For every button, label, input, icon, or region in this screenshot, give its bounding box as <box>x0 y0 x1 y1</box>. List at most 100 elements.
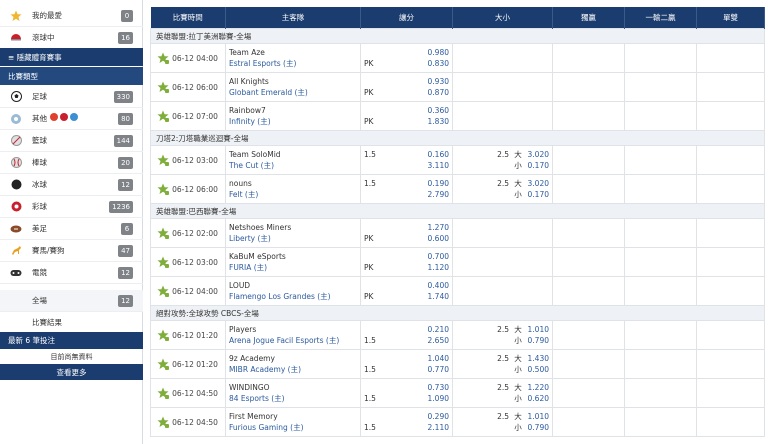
league-header-row[interactable]: 刀塔2:刀塔職業巡迴賽-全場 <box>150 130 765 146</box>
handicap-home-odds[interactable]: 0.930 <box>428 76 449 87</box>
over-under-cell[interactable]: 2.5 大 3.020 小 0.170 <box>452 174 553 204</box>
sidebar-item-live[interactable]: 滾球中 16 <box>0 27 143 49</box>
favorite-star-icon[interactable] <box>157 227 169 239</box>
sidebar-item-sport[interactable]: 其他 80 <box>0 108 143 130</box>
handicap-home-odds[interactable]: 0.360 <box>428 105 449 116</box>
over-under-cell[interactable] <box>452 101 553 131</box>
favorite-star-icon[interactable] <box>157 329 169 341</box>
handicap-home-odds[interactable]: 0.700 <box>428 251 449 262</box>
handicap-cell[interactable]: 0.290 1.5 2.110 <box>360 407 453 437</box>
favorite-star-icon[interactable] <box>157 416 169 428</box>
sidebar-sub-results[interactable]: 比賽結果 <box>0 312 143 334</box>
teams-cell: First Memory Furious Gaming (主) <box>225 407 361 437</box>
league-header-row[interactable]: 英雄聯盟:巴西聯賽-全場 <box>150 203 765 219</box>
handicap-away-odds[interactable]: 0.600 <box>428 233 449 244</box>
handicap-away-odds[interactable]: 0.830 <box>428 58 449 69</box>
sidebar-item-sport[interactable]: 足球 330 <box>0 86 143 108</box>
over-under-cell[interactable]: 2.5 大 1.430 小 0.500 <box>452 349 553 379</box>
sidebar-sub-full-game[interactable]: 全場 12 <box>0 290 143 312</box>
favorite-star-icon[interactable] <box>157 154 169 166</box>
ou-over-odds[interactable]: 3.020 <box>527 149 549 160</box>
over-under-cell[interactable] <box>452 218 553 248</box>
handicap-home-odds[interactable]: 0.210 <box>428 324 449 335</box>
ou-over-odds[interactable]: 1.010 <box>527 324 549 335</box>
see-more-button[interactable]: 查看更多 <box>0 364 143 380</box>
over-under-cell[interactable]: 2.5 大 1.220 小 0.620 <box>452 378 553 408</box>
handicap-cell[interactable]: 0.700 PK 1.120 <box>360 247 453 277</box>
favorite-star-icon[interactable] <box>157 52 169 64</box>
sidebar-item-sport[interactable]: 賽馬/賽狗 47 <box>0 240 143 262</box>
handicap-away-odds[interactable]: 0.870 <box>428 87 449 98</box>
handicap-cell[interactable]: 0.210 1.5 2.650 <box>360 320 453 350</box>
handicap-cell[interactable]: 1.5 0.190 2.790 <box>360 174 453 204</box>
ou-under-odds[interactable]: 0.790 <box>527 335 549 346</box>
ou-under-odds[interactable]: 0.620 <box>527 393 549 404</box>
handicap-away-odds[interactable]: 2.110 <box>428 422 449 433</box>
handicap-away-odds[interactable]: 2.650 <box>428 335 449 346</box>
handicap-away-odds[interactable]: 1.740 <box>428 291 449 302</box>
handicap-away-odds[interactable]: 2.790 <box>428 189 449 200</box>
sidebar-item-sport[interactable]: 籃球 144 <box>0 130 143 152</box>
away-team: The Cut (主) <box>229 161 274 170</box>
ou-under-odds[interactable]: 0.170 <box>527 189 549 200</box>
handicap-cell[interactable]: 1.040 1.5 0.770 <box>360 349 453 379</box>
moneyline-cell <box>552 72 625 102</box>
favorite-star-icon[interactable] <box>157 387 169 399</box>
handicap-away-odds[interactable]: 1.120 <box>428 262 449 273</box>
moneyline-cell <box>552 349 625 379</box>
handicap-away-odds[interactable]: 0.770 <box>428 364 449 375</box>
handicap-away-odds[interactable]: 1.090 <box>428 393 449 404</box>
favorite-star-icon[interactable] <box>157 285 169 297</box>
favorite-star-icon[interactable] <box>157 110 169 122</box>
away-team: MIBR Academy (主) <box>229 365 301 374</box>
ou-over-odds[interactable]: 1.220 <box>527 382 549 393</box>
handicap-home-odds[interactable]: 1.040 <box>428 353 449 364</box>
ou-line: 2.5 <box>497 412 509 421</box>
favorite-star-icon[interactable] <box>157 358 169 370</box>
favorite-star-icon[interactable] <box>157 81 169 93</box>
sidebar-item-sport[interactable]: 彩球 1236 <box>0 196 143 218</box>
favorite-star-icon[interactable] <box>157 256 169 268</box>
sidebar-item-sport[interactable]: 美足 6 <box>0 218 143 240</box>
handicap-cell[interactable]: 0.980 PK 0.830 <box>360 43 453 73</box>
handicap-cell[interactable]: 1.5 0.160 3.110 <box>360 145 453 175</box>
handicap-away-odds[interactable]: 1.830 <box>428 116 449 127</box>
over-under-cell[interactable]: 2.5 大 1.010 小 0.790 <box>452 320 553 350</box>
sidebar-item-label: 彩球 <box>32 202 47 211</box>
over-under-cell[interactable]: 2.5 大 1.010 小 0.790 <box>452 407 553 437</box>
over-under-cell[interactable] <box>452 72 553 102</box>
over-under-cell[interactable]: 2.5 大 3.020 小 0.170 <box>452 145 553 175</box>
sidebar-item-favorites[interactable]: 我的最愛 0 <box>0 5 143 27</box>
sidebar-item-sport[interactable]: 電競 12 <box>0 262 143 284</box>
handicap-home-odds[interactable]: 0.160 <box>428 149 449 160</box>
handicap-home-odds[interactable]: 0.290 <box>428 411 449 422</box>
ou-under-odds[interactable]: 0.500 <box>527 364 549 375</box>
away-team: Infinity (主) <box>229 117 271 126</box>
over-under-cell[interactable] <box>452 247 553 277</box>
handicap-home-odds[interactable]: 0.730 <box>428 382 449 393</box>
handicap-cell[interactable]: 0.730 1.5 1.090 <box>360 378 453 408</box>
handicap-home-odds[interactable]: 0.400 <box>428 280 449 291</box>
sidebar-item-sport[interactable]: 冰球 12 <box>0 174 143 196</box>
handicap-away-odds[interactable]: 3.110 <box>428 160 449 171</box>
handicap-home-odds[interactable]: 0.980 <box>428 47 449 58</box>
over-under-cell[interactable] <box>452 43 553 73</box>
favorite-star-icon[interactable] <box>157 183 169 195</box>
league-header-row[interactable]: 絕對攻勢:全球攻勢 CBCS-全場 <box>150 305 765 321</box>
over-under-cell[interactable] <box>452 276 553 306</box>
ou-over-odds[interactable]: 1.010 <box>527 411 549 422</box>
handicap-home-odds[interactable]: 1.270 <box>428 222 449 233</box>
ou-over-odds[interactable]: 3.020 <box>527 178 549 189</box>
league-header-row[interactable]: 英雄聯盟:拉丁美洲聯賽-全場 <box>150 28 765 44</box>
ou-over-odds[interactable]: 1.430 <box>527 353 549 364</box>
ou-under-odds[interactable]: 0.790 <box>527 422 549 433</box>
sidebar-item-sport[interactable]: 棒球 20 <box>0 152 143 174</box>
1x2-cell <box>624 101 697 131</box>
handicap-cell[interactable]: 0.930 PK 0.870 <box>360 72 453 102</box>
hide-sport-events-header[interactable]: ≡ 隱藏體育賽事 <box>0 48 143 66</box>
handicap-cell[interactable]: 0.360 PK 1.830 <box>360 101 453 131</box>
handicap-cell[interactable]: 0.400 PK 1.740 <box>360 276 453 306</box>
handicap-home-odds[interactable]: 0.190 <box>428 178 449 189</box>
handicap-cell[interactable]: 1.270 PK 0.600 <box>360 218 453 248</box>
ou-under-odds[interactable]: 0.170 <box>527 160 549 171</box>
